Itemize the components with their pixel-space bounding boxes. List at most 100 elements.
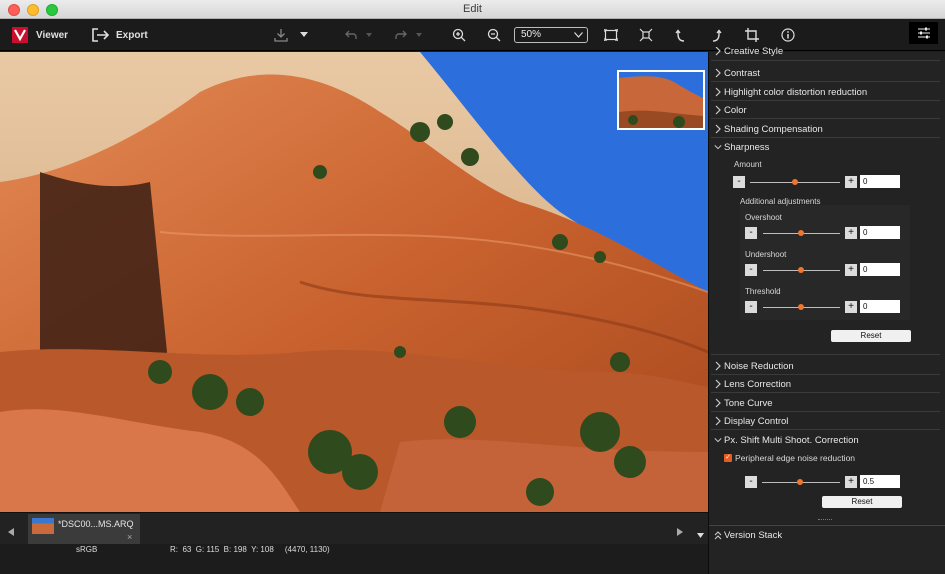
- undershoot-label: Undershoot: [745, 250, 787, 259]
- viewer-button[interactable]: Viewer: [12, 19, 68, 51]
- section-highlight-color-distortion[interactable]: Highlight color distortion reduction: [711, 84, 940, 101]
- additional-adjustments-label: Additional adjustments: [740, 197, 821, 206]
- version-stack-bar[interactable]: Version Stack: [709, 525, 945, 544]
- filmstrip-menu-button[interactable]: [697, 525, 704, 543]
- navigator-preview-image: [619, 72, 703, 128]
- pixel-shift-decrease-button[interactable]: -: [745, 476, 757, 488]
- export-icon: [92, 28, 110, 42]
- overshoot-decrease-button[interactable]: -: [745, 227, 757, 239]
- chevron-right-icon: [715, 105, 721, 115]
- threshold-decrease-button[interactable]: -: [745, 301, 757, 313]
- sliders-icon: [917, 27, 930, 39]
- threshold-value-field[interactable]: 0: [860, 300, 900, 313]
- chevron-right-icon: [715, 68, 721, 78]
- filmstrip-next-button[interactable]: [677, 523, 683, 541]
- pixel-shift-reset-button[interactable]: Reset: [822, 496, 902, 508]
- threshold-slider-handle[interactable]: [798, 304, 804, 310]
- overshoot-increase-button[interactable]: +: [845, 227, 857, 239]
- section-color[interactable]: Color: [711, 102, 940, 119]
- section-lens-correction[interactable]: Lens Correction: [711, 376, 940, 393]
- amount-value-field[interactable]: 0: [860, 175, 900, 188]
- window-titlebar: Edit: [0, 0, 945, 19]
- undo-icon: [345, 30, 357, 39]
- chevron-right-icon: [715, 379, 721, 389]
- overshoot-value-field[interactable]: 0: [860, 226, 900, 239]
- status-bar: sRGB R: 63 G: 115 B: 198 Y: 108 (4470, 1…: [0, 544, 708, 574]
- amount-increase-button[interactable]: +: [845, 176, 857, 188]
- undershoot-increase-button[interactable]: +: [845, 264, 857, 276]
- actual-size-icon: [639, 28, 653, 42]
- section-tone-curve[interactable]: Tone Curve: [711, 395, 940, 412]
- fit-to-window-button[interactable]: [600, 24, 622, 46]
- adjustment-panel-toggle-button[interactable]: [909, 22, 938, 44]
- redo-menu-button[interactable]: [408, 24, 430, 46]
- crop-button[interactable]: [741, 24, 763, 46]
- peripheral-noise-checkbox[interactable]: ✓: [724, 454, 732, 462]
- download-icon: [274, 29, 288, 42]
- section-shading-compensation[interactable]: Shading Compensation: [711, 121, 940, 138]
- chevron-right-icon: [715, 361, 721, 371]
- rotate-right-button[interactable]: [705, 24, 727, 46]
- actual-size-button[interactable]: [635, 24, 657, 46]
- info-icon: [781, 28, 795, 42]
- arrow-left-icon: [8, 528, 14, 536]
- amount-decrease-button[interactable]: -: [733, 176, 745, 188]
- section-pixel-shift-correction[interactable]: Px. Shift Multi Shoot. Correction: [711, 432, 940, 449]
- section-contrast[interactable]: Contrast: [711, 65, 940, 82]
- threshold-increase-button[interactable]: +: [845, 301, 857, 313]
- chevron-right-icon: [715, 47, 721, 56]
- undershoot-slider-handle[interactable]: [798, 267, 804, 273]
- save-button[interactable]: [270, 24, 292, 46]
- photo-red-rock-canyon: [0, 52, 708, 512]
- filmstrip-prev-button[interactable]: [8, 523, 14, 541]
- overshoot-slider-handle[interactable]: [798, 230, 804, 236]
- undo-menu-button[interactable]: [358, 24, 380, 46]
- caret-down-icon: [300, 32, 308, 37]
- undershoot-value-field[interactable]: 0: [860, 263, 900, 276]
- rotate-left-button[interactable]: [670, 24, 692, 46]
- navigator-thumbnail[interactable]: [617, 70, 705, 130]
- caret-down-icon: [697, 533, 704, 538]
- info-button[interactable]: [777, 24, 799, 46]
- section-label: Px. Shift Multi Shoot. Correction: [724, 435, 859, 446]
- section-label: Tone Curve: [724, 398, 773, 409]
- section-label: Creative Style: [724, 47, 784, 57]
- pixel-shift-increase-button[interactable]: +: [845, 476, 857, 488]
- export-button[interactable]: Export: [92, 19, 148, 51]
- fit-screen-icon: [604, 29, 618, 41]
- section-display-control[interactable]: Display Control: [711, 413, 940, 430]
- caret-down-icon: [366, 32, 372, 37]
- pixel-info-readout: R: 63 G: 115 B: 198 Y: 108 (4470, 1130): [170, 545, 330, 554]
- zoom-level-select[interactable]: 50%: [514, 27, 588, 43]
- pixel-shift-slider-handle[interactable]: [797, 479, 803, 485]
- export-label: Export: [116, 29, 148, 41]
- section-label: Noise Reduction: [724, 361, 794, 372]
- save-menu-button[interactable]: [293, 24, 315, 46]
- filmstrip-filename: *DSC00...MS.ARQ: [58, 519, 134, 529]
- section-label: Color: [724, 105, 747, 116]
- undershoot-decrease-button[interactable]: -: [745, 264, 757, 276]
- window-title: Edit: [463, 3, 482, 15]
- image-viewer-canvas[interactable]: [0, 52, 708, 512]
- chevron-down-icon: [714, 438, 722, 443]
- rotate-right-icon: [712, 29, 722, 42]
- section-sharpness[interactable]: Sharpness: [711, 139, 940, 156]
- amount-slider-handle[interactable]: [792, 179, 798, 185]
- close-file-icon[interactable]: ×: [127, 532, 132, 542]
- sharpness-reset-button[interactable]: Reset: [831, 330, 911, 342]
- amount-label: Amount: [734, 160, 762, 169]
- section-noise-reduction[interactable]: Noise Reduction: [711, 358, 940, 375]
- file-thumbnail: [32, 518, 54, 534]
- color-space-label: sRGB: [76, 545, 98, 554]
- redo-icon: [395, 30, 407, 39]
- zoom-in-button[interactable]: [448, 24, 470, 46]
- section-label: Display Control: [724, 416, 789, 427]
- filmstrip-item[interactable]: *DSC00...MS.ARQ ×: [28, 514, 140, 544]
- section-creative-style[interactable]: Creative Style: [711, 47, 940, 61]
- chevron-right-icon: [715, 124, 721, 134]
- zoom-out-icon: [487, 28, 501, 42]
- zoom-out-button[interactable]: [483, 24, 505, 46]
- panel-resize-handle[interactable]: [818, 519, 832, 521]
- peripheral-noise-label: Peripheral edge noise reduction: [735, 453, 856, 463]
- pixel-shift-value-field[interactable]: 0.5: [860, 475, 900, 488]
